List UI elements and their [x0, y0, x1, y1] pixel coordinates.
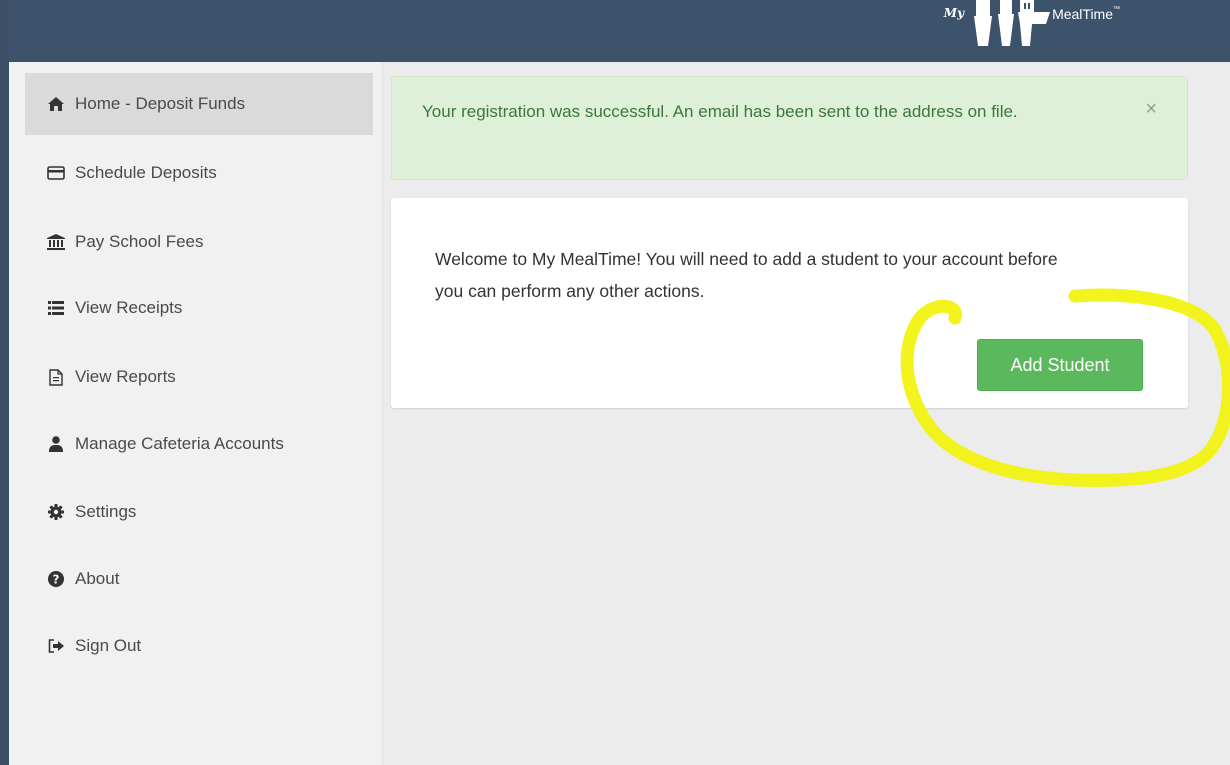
sidebar-item-schedule-deposits[interactable]: Schedule Deposits	[31, 142, 373, 204]
document-icon	[47, 368, 65, 386]
window-frame-edge	[0, 0, 9, 765]
question-icon: ?	[47, 570, 65, 588]
bank-icon	[47, 233, 65, 251]
sidebar-nav: Home - Deposit Funds Schedule Deposits P…	[9, 62, 383, 765]
sidebar-item-view-receipts[interactable]: View Receipts	[31, 277, 373, 339]
sidebar-item-label: Sign Out	[75, 636, 142, 655]
sidebar-item-label: Schedule Deposits	[75, 163, 217, 182]
sidebar-item-home-deposit-funds[interactable]: Home - Deposit Funds	[25, 73, 373, 135]
sidebar-item-label: Manage Cafeteria Accounts	[75, 434, 284, 453]
sidebar-item-about[interactable]: ? About	[31, 548, 373, 610]
gear-icon	[47, 503, 65, 521]
sidebar-item-label: Settings	[75, 502, 137, 521]
page: My MealTime™ Home - Deposit Funds Schedu…	[0, 0, 1230, 765]
sidebar-item-label: View Reports	[75, 367, 176, 386]
success-alert: Your registration was successful. An ema…	[391, 76, 1188, 180]
logo-name: MealTime	[1052, 6, 1113, 22]
welcome-message: Welcome to My MealTime! You will need to…	[435, 249, 1058, 301]
sidebar-item-settings[interactable]: Settings	[31, 481, 373, 543]
sidebar-item-pay-school-fees[interactable]: Pay School Fees	[31, 211, 373, 273]
user-icon	[47, 435, 65, 453]
logo-trademark: ™	[1113, 6, 1120, 13]
logo-prefix: My	[943, 6, 965, 20]
sidebar-item-view-reports[interactable]: View Reports	[31, 346, 373, 408]
utensils-logo-icon	[974, 0, 1051, 46]
main-content: Your registration was successful. An ema…	[383, 62, 1230, 765]
sidebar-item-label: Home - Deposit Funds	[75, 94, 246, 113]
logo-wordmark: MealTime™	[1052, 6, 1120, 22]
top-header: My MealTime™	[9, 0, 1230, 62]
list-icon	[47, 299, 65, 317]
sidebar-item-label: Pay School Fees	[75, 232, 204, 251]
sign-out-icon	[47, 637, 65, 655]
welcome-card: Welcome to My MealTime! You will need to…	[391, 198, 1188, 408]
svg-text:?: ?	[53, 573, 60, 587]
alert-message: Your registration was successful. An ema…	[422, 102, 1018, 121]
sidebar-item-manage-cafeteria-accounts[interactable]: Manage Cafeteria Accounts	[31, 413, 373, 475]
add-student-button[interactable]: Add Student	[977, 339, 1143, 391]
home-icon	[47, 95, 65, 113]
mealtime-logo[interactable]: My MealTime™	[944, 0, 1120, 46]
sidebar-item-label: About	[75, 569, 120, 588]
sidebar-item-sign-out[interactable]: Sign Out	[31, 615, 373, 677]
close-icon[interactable]: ×	[1145, 99, 1157, 119]
credit-card-icon	[47, 164, 65, 182]
sidebar-item-label: View Receipts	[75, 298, 183, 317]
